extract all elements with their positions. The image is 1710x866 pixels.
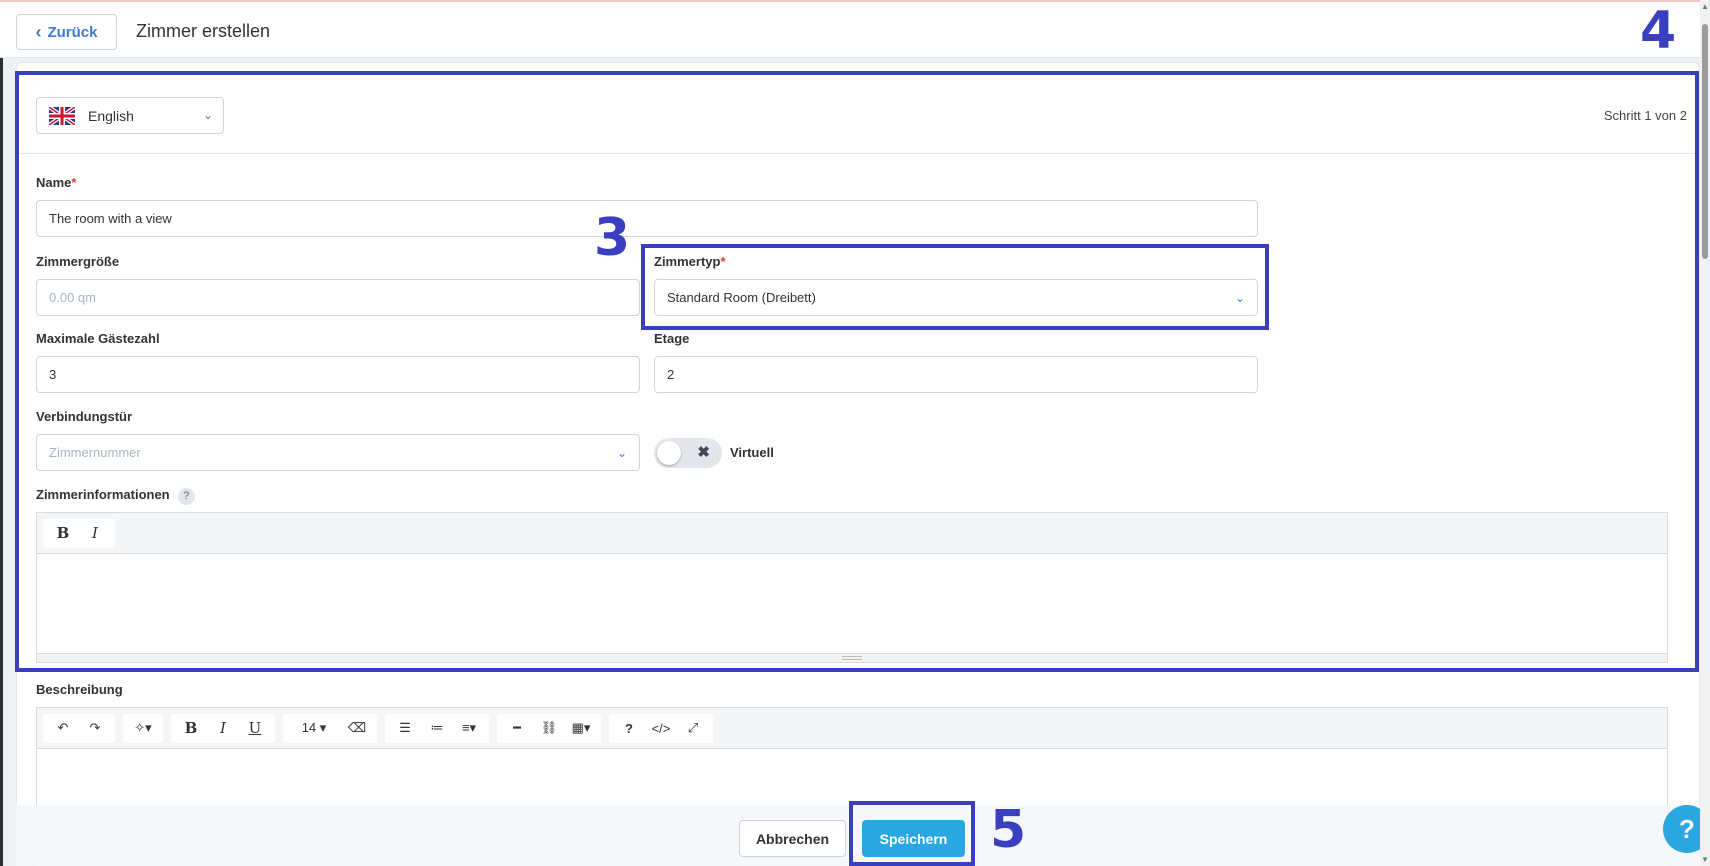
help-icon[interactable]: ? [613, 714, 645, 743]
code-view-icon[interactable]: </> [645, 714, 677, 743]
scrollbar[interactable]: ▲ ▼ [1700, 0, 1710, 866]
scroll-down-icon[interactable]: ▼ [1701, 855, 1709, 864]
undo-icon[interactable]: ↶ [47, 714, 79, 743]
annotation-box-5 [849, 801, 975, 866]
back-label: Zurück [47, 23, 98, 41]
bold-button[interactable]: B [175, 714, 207, 743]
eraser-icon[interactable]: ⌫ [341, 714, 373, 743]
annotation-box-3 [641, 244, 1269, 330]
scrollbar-thumb[interactable] [1702, 24, 1708, 259]
italic-button[interactable]: I [207, 714, 239, 743]
toolbar-group-font: 14 ▾ ⌫ [283, 713, 377, 743]
annotation-number-4: 4 [1640, 1, 1677, 61]
bullet-list-icon[interactable]: ☰ [389, 714, 421, 743]
window-edge [0, 0, 3, 866]
underline-button[interactable]: U [239, 714, 271, 743]
redo-icon[interactable]: ↷ [79, 714, 111, 743]
fullscreen-icon[interactable]: ⤢ [677, 714, 709, 743]
table-icon[interactable]: ▦▾ [565, 714, 597, 743]
toolbar-group-misc: ? </> ⤢ [609, 713, 713, 743]
back-button[interactable]: ‹ Zurück [16, 14, 117, 50]
cancel-button[interactable]: Abbrechen [739, 820, 846, 857]
horizontal-rule-icon[interactable]: ━ [501, 714, 533, 743]
annotation-box-4 [15, 71, 1699, 672]
scroll-up-icon[interactable]: ▲ [1701, 2, 1709, 11]
toolbar-group-insert: ━ ⛓ ▦▾ [497, 713, 601, 743]
page-title: Zimmer erstellen [136, 21, 271, 41]
toolbar-group-style: ✧▾ [123, 713, 163, 743]
top-bar: ‹ Zurück Zimmer erstellen [0, 0, 1700, 58]
toolbar-group-lists: ☰ ≔ ≡▾ [385, 713, 489, 743]
chevron-left-icon: ‹ [35, 22, 42, 42]
font-size-select[interactable]: 14 ▾ [287, 714, 341, 743]
numbered-list-icon[interactable]: ≔ [421, 714, 453, 743]
magic-wand-icon[interactable]: ✧▾ [127, 714, 159, 743]
toolbar-group-format: B I U [171, 713, 275, 743]
toolbar-group-history: ↶ ↷ [43, 713, 115, 743]
annotation-number-5: 5 [990, 800, 1027, 860]
editor-toolbar: ↶ ↷ ✧▾ B I U 14 ▾ ⌫ ☰ ≔ ≡▾ ━ ⛓ ▦▾ ? </> … [37, 708, 1667, 749]
annotation-number-3: 3 [594, 208, 631, 268]
description-label: Beschreibung [36, 682, 123, 697]
align-icon[interactable]: ≡▾ [453, 714, 485, 743]
link-icon[interactable]: ⛓ [533, 714, 565, 743]
